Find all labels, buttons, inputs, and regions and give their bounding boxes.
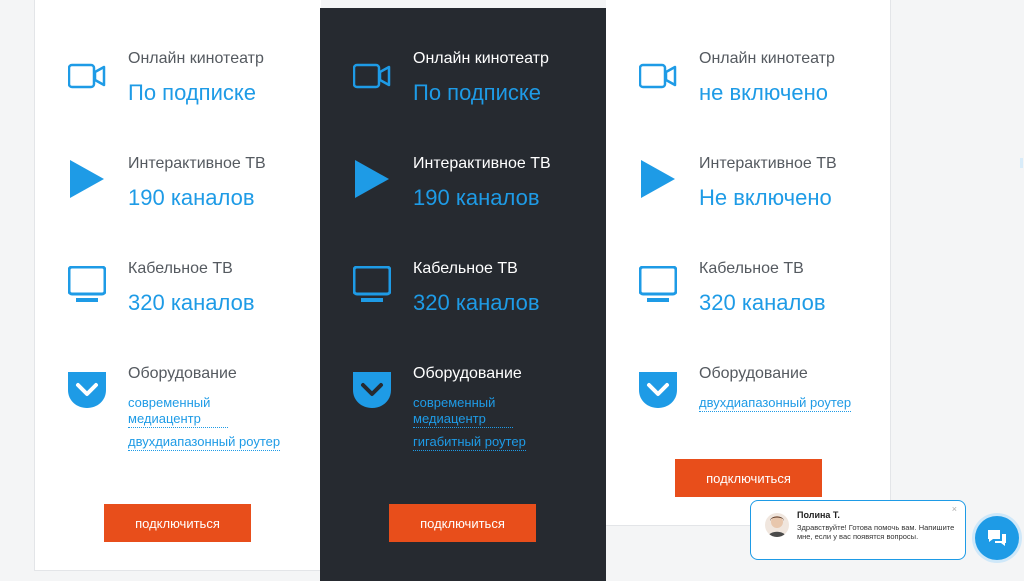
feature-value: 320 каналов [128,290,255,315]
equipment-link[interactable]: двухдиапазонный роутер [128,434,281,451]
plan-card-1: Онлайн кинотеатр По подписке Интерактивн… [34,0,321,571]
feature-equipment: Оборудование современный медиацентр двух… [35,362,321,462]
pocket-chevron-icon [353,372,391,408]
equipment-list: современный медиацентр гигабитный роутер [413,395,526,457]
equipment-link[interactable]: современный медиацентр [413,395,513,428]
pocket-chevron-icon [68,372,106,408]
feature-cable: Кабельное ТВ 320 каналов [35,257,321,357]
plan-card-3: Онлайн кинотеатр не включено Интерактивн… [606,0,891,526]
video-camera-icon [353,63,391,89]
close-icon[interactable]: × [952,504,957,514]
feature-cinema: Онлайн кинотеатр По подписке [35,47,321,147]
pocket-chevron-icon [639,372,677,408]
connect-button[interactable]: подключиться [389,504,536,542]
feature-value: Не включено [699,185,832,210]
feature-value: 320 каналов [699,290,826,315]
feature-label: Интерактивное ТВ [699,155,837,172]
feature-label: Онлайн кинотеатр [699,50,835,67]
feature-cinema: Онлайн кинотеатр По подписке [320,47,606,147]
feature-value: 190 каналов [128,185,255,210]
feature-label: Кабельное ТВ [699,260,804,277]
feature-value: 190 каналов [413,185,540,210]
feature-label: Интерактивное ТВ [413,155,551,172]
feature-label: Онлайн кинотеатр [413,50,549,67]
avatar [765,513,789,537]
feature-label: Оборудование [128,365,237,382]
feature-label: Кабельное ТВ [413,260,518,277]
chat-message: Здравствуйте! Готова помочь вам. Напишит… [797,523,955,541]
video-camera-icon [68,63,106,89]
feature-label: Интерактивное ТВ [128,155,266,172]
feature-equipment: Оборудование двухдиапазонный роутер [606,362,890,462]
feature-equipment: Оборудование современный медиацентр гига… [320,362,606,462]
chat-popup[interactable]: Полина Т. Здравствуйте! Готова помочь ва… [750,500,966,560]
equipment-link[interactable]: гигабитный роутер [413,434,526,451]
equipment-link[interactable]: современный медиацентр [128,395,228,428]
feature-label: Кабельное ТВ [128,260,233,277]
equipment-list: современный медиацентр двухдиапазонный р… [128,395,281,457]
feature-value: не включено [699,80,828,105]
plan-card-2: Онлайн кинотеатр По подписке Интерактивн… [320,8,606,581]
play-icon [641,160,675,198]
equipment-link[interactable]: двухдиапазонный роутер [699,395,852,412]
monitor-icon [353,266,391,302]
feature-cable: Кабельное ТВ 320 каналов [606,257,890,357]
tariff-section: Онлайн кинотеатр По подписке Интерактивн… [0,0,1024,581]
feature-cinema: Онлайн кинотеатр не включено [606,47,890,147]
video-camera-icon [639,63,677,89]
monitor-icon [639,266,677,302]
feature-iptv: Интерактивное ТВ Не включено [606,152,890,252]
feature-value: По подписке [128,80,256,105]
feature-label: Оборудование [413,365,522,382]
feature-value: По подписке [413,80,541,105]
chat-agent-name: Полина Т. [797,510,840,520]
play-icon [355,160,389,198]
feature-cable: Кабельное ТВ 320 каналов [320,257,606,357]
play-icon [70,160,104,198]
chat-bubble-icon [988,530,1006,546]
feature-value: 320 каналов [413,290,540,315]
chat-open-button[interactable] [975,516,1019,560]
feature-iptv: Интерактивное ТВ 190 каналов [35,152,321,252]
feature-iptv: Интерактивное ТВ 190 каналов [320,152,606,252]
feature-label: Онлайн кинотеатр [128,50,264,67]
partial-next-card [1020,158,1023,168]
connect-button[interactable]: подключиться [675,459,822,497]
feature-label: Оборудование [699,365,808,382]
monitor-icon [68,266,106,302]
connect-button[interactable]: подключиться [104,504,251,542]
equipment-list: двухдиапазонный роутер [699,395,852,418]
